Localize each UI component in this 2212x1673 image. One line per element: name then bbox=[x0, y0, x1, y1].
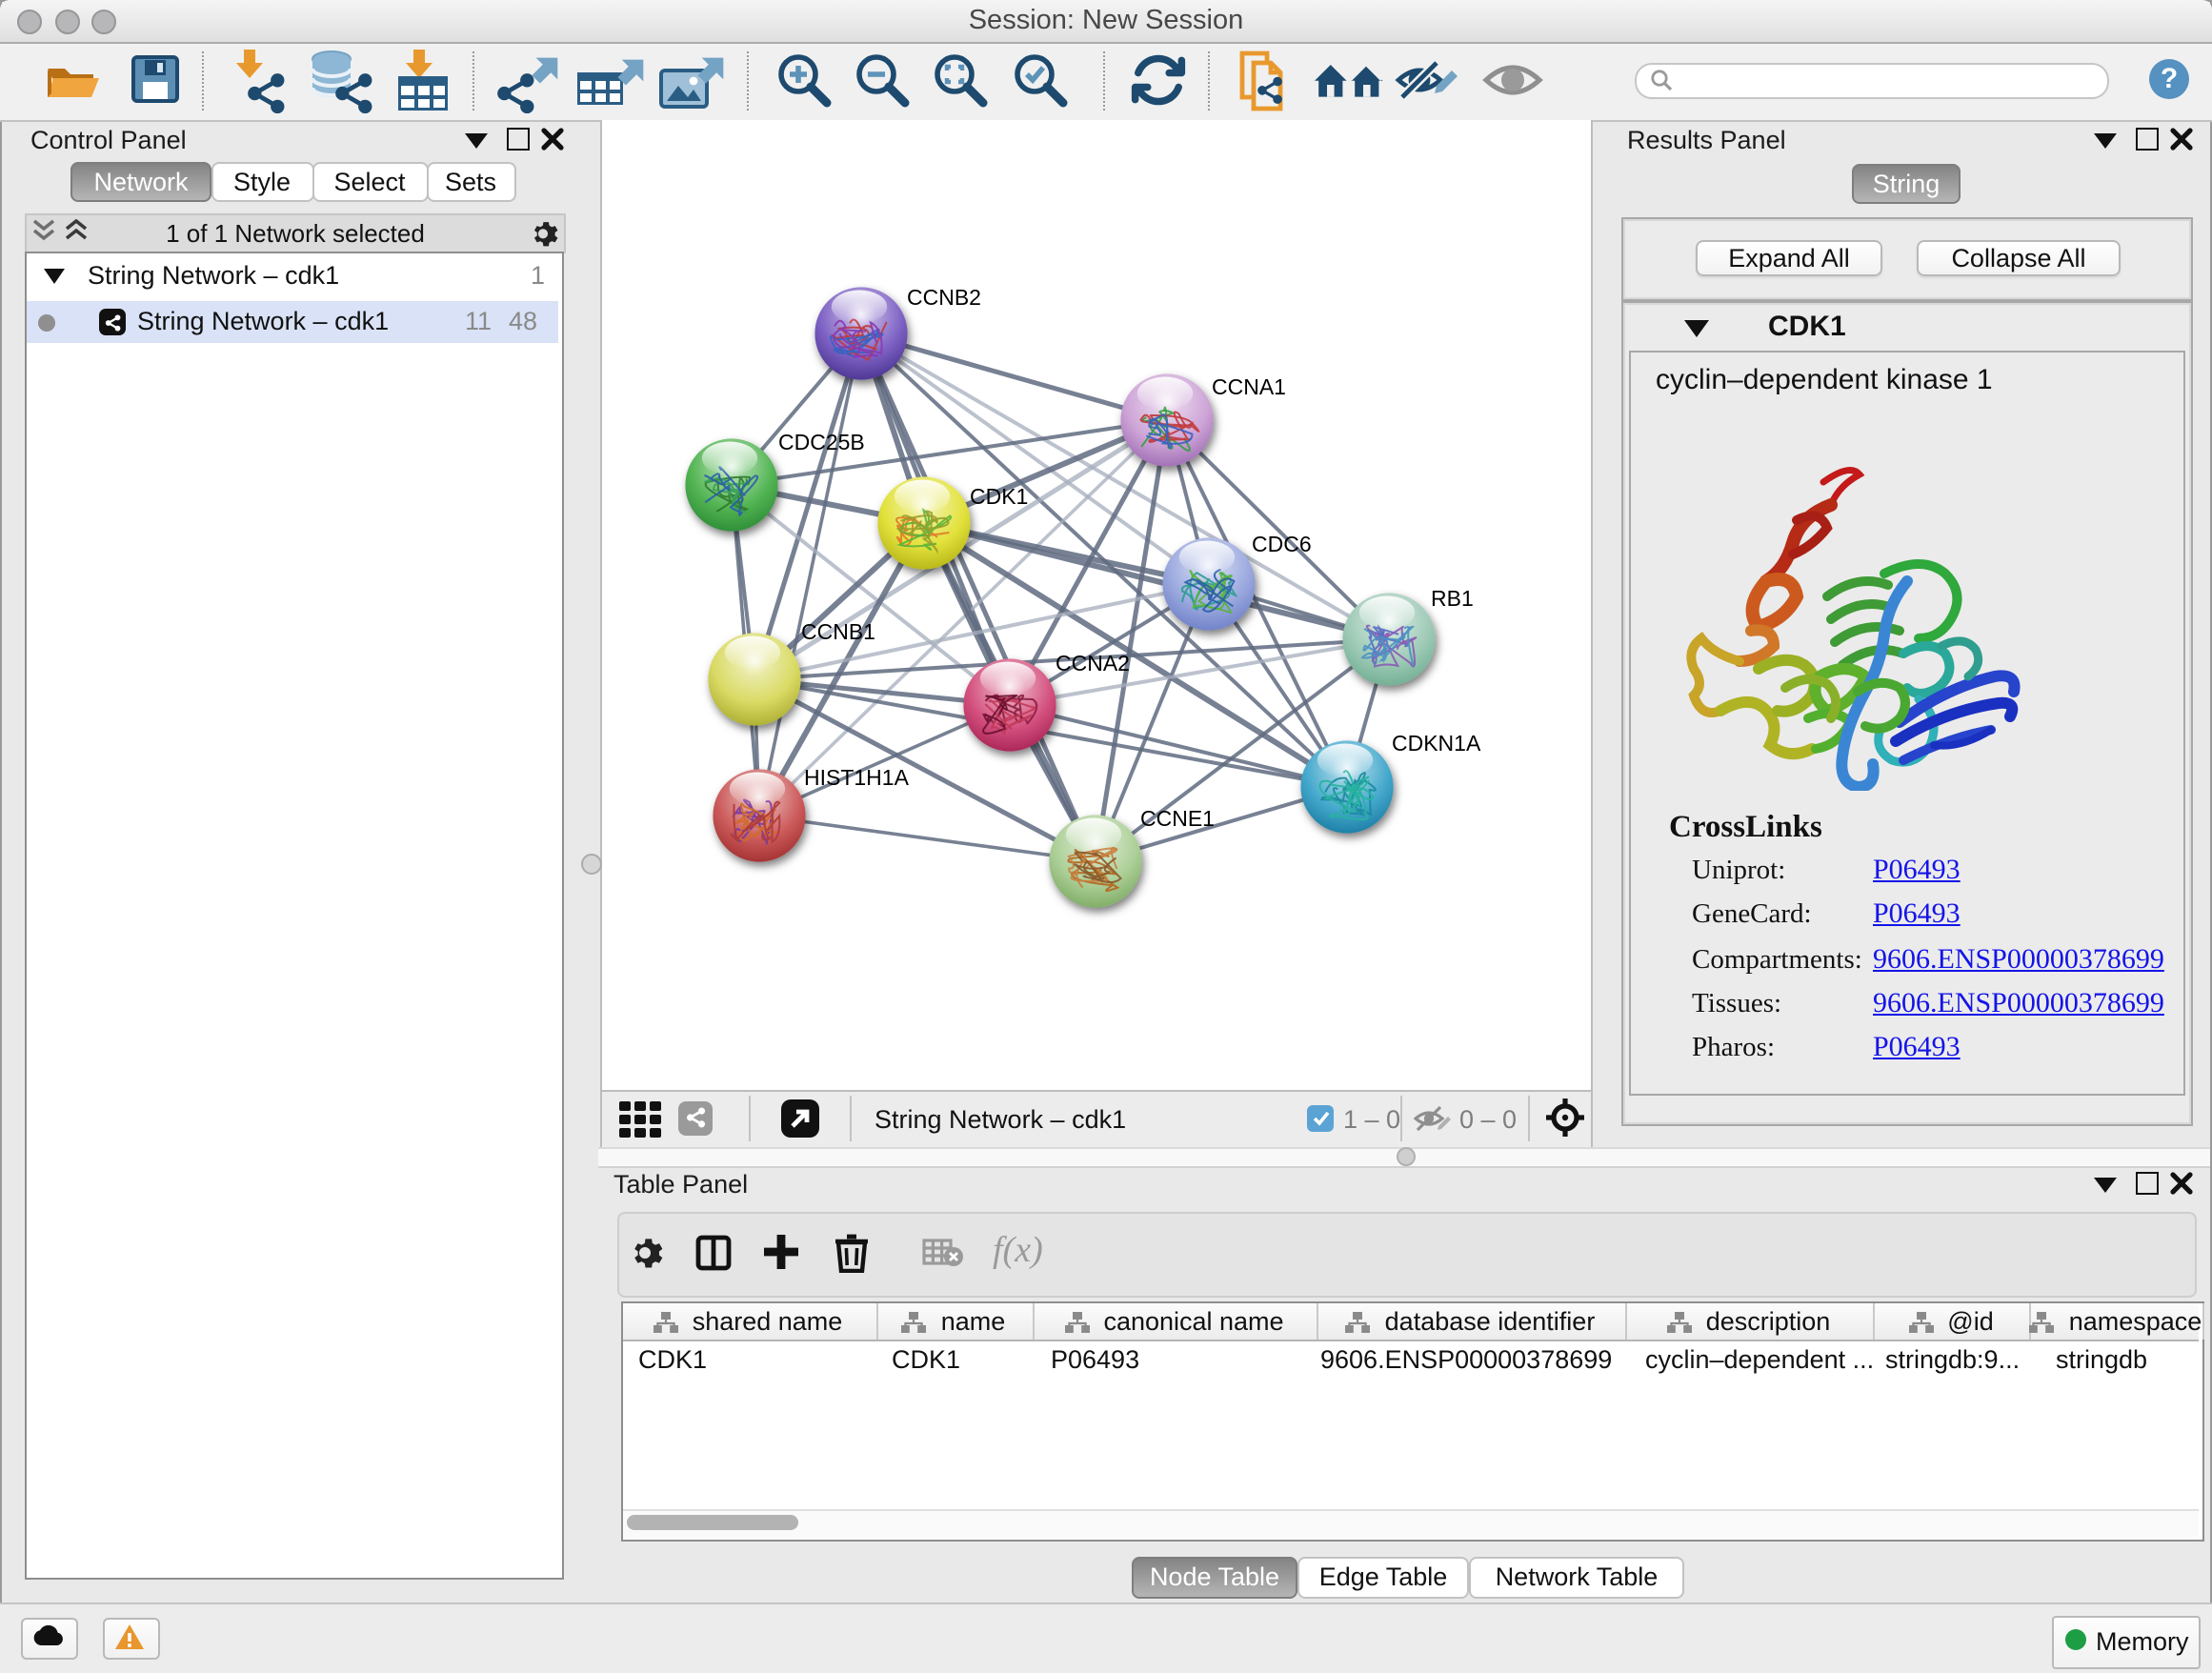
svg-text:CDKN1A: CDKN1A bbox=[1392, 731, 1481, 756]
svg-text:CCNA2: CCNA2 bbox=[1056, 651, 1130, 675]
svg-text:CCNE1: CCNE1 bbox=[1140, 806, 1215, 831]
svg-text:RB1: RB1 bbox=[1431, 586, 1474, 611]
svg-text:CDC25B: CDC25B bbox=[778, 430, 865, 454]
svg-text:HIST1H1A: HIST1H1A bbox=[804, 765, 910, 790]
svg-text:CDK1: CDK1 bbox=[970, 484, 1028, 509]
svg-text:CCNB1: CCNB1 bbox=[801, 619, 875, 644]
svg-text:CDC6: CDC6 bbox=[1252, 532, 1312, 556]
svg-text:CCNB2: CCNB2 bbox=[907, 285, 981, 310]
svg-text:CCNA1: CCNA1 bbox=[1212, 374, 1286, 399]
